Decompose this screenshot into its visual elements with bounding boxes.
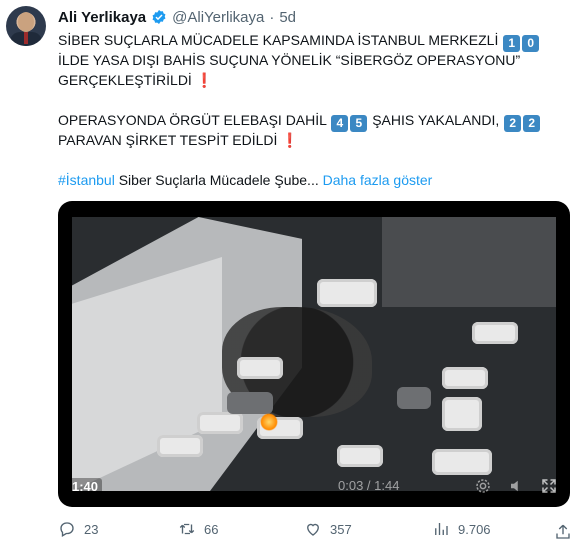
flare xyxy=(260,413,278,431)
text-line-5: PARAVAN ŞİRKET TESPİT EDİLDİ ❗ xyxy=(58,130,570,150)
author-handle[interactable]: @AliYerlikaya xyxy=(172,9,264,26)
keycap-digit: 5 xyxy=(350,115,368,132)
avatar-face xyxy=(18,12,34,32)
video-frame[interactable] xyxy=(72,217,556,491)
hashtag-link[interactable]: #İstanbul xyxy=(58,172,115,188)
avatar[interactable] xyxy=(6,6,46,46)
text-segment: OPERASYONDA ÖRGÜT ELEBAŞI DAHİL xyxy=(58,112,327,128)
retweet-button[interactable]: 66 xyxy=(178,520,218,538)
text-segment: Siber Suçlarla Mücadele Şube... xyxy=(118,172,319,188)
car xyxy=(432,449,492,475)
reply-button[interactable]: 23 xyxy=(58,520,98,538)
car xyxy=(317,279,377,307)
keycap-digit: 4 xyxy=(331,115,349,132)
speaker-icon[interactable] xyxy=(508,477,526,495)
text-line-1: SİBER SUÇLARLA MÜCADELE KAPSAMINDA İSTAN… xyxy=(58,30,570,52)
video-timestamp: 0:03 / 1:44 xyxy=(338,478,400,493)
car xyxy=(472,322,518,344)
keycap-digit: 2 xyxy=(523,115,541,132)
reply-icon xyxy=(60,522,74,537)
keycap-digit: 2 xyxy=(504,115,522,132)
exclamation-icon: ❗ xyxy=(281,132,299,148)
video-duration: 1:40 xyxy=(68,478,103,495)
retweet-icon xyxy=(179,523,195,535)
like-count: 357 xyxy=(330,521,352,537)
heart-icon xyxy=(307,523,319,536)
video-player[interactable]: 1:40 0:03 / 1:44 xyxy=(58,201,570,507)
author-name[interactable]: Ali Yerlikaya xyxy=(58,9,146,26)
text-line-2: İLDE YASA DIŞI BAHİS SUÇUNA YÖNELİK “SİB… xyxy=(58,52,521,68)
view-count: 9.706 xyxy=(458,521,491,537)
header-separator: · xyxy=(269,8,275,26)
action-bar: 23 66 357 9.706 xyxy=(58,520,570,544)
text-segment: GERÇEKLEŞTİRİLDİ xyxy=(58,72,192,88)
exclamation-icon: ❗ xyxy=(195,72,214,88)
verified-badge-icon xyxy=(152,10,166,24)
views-button[interactable]: 9.706 xyxy=(432,520,491,538)
tweet-time[interactable]: 5d xyxy=(279,9,296,26)
car xyxy=(442,397,482,431)
car xyxy=(337,445,383,467)
keycap-digit: 0 xyxy=(522,35,540,52)
avatar-tie xyxy=(24,32,28,44)
text-segment: ŞAHIS YAKALANDI, xyxy=(372,112,500,128)
reply-count: 23 xyxy=(84,521,99,537)
retweet-count: 66 xyxy=(204,521,219,537)
show-more-link[interactable]: Daha fazla göster xyxy=(323,172,433,188)
car xyxy=(227,392,273,414)
text-segment: SİBER SUÇLARLA MÜCADELE KAPSAMINDA İSTAN… xyxy=(58,32,499,48)
car xyxy=(442,367,488,389)
rooftop xyxy=(382,217,556,307)
share-icon[interactable] xyxy=(554,523,572,541)
like-button[interactable]: 357 xyxy=(304,520,352,538)
views-chart-icon xyxy=(435,523,448,535)
text-segment: PARAVAN ŞİRKET TESPİT EDİLDİ xyxy=(58,132,278,148)
text-line-6: #İstanbul Siber Suçlarla Mücadele Şube..… xyxy=(58,170,570,190)
text-line-4: OPERASYONDA ÖRGÜT ELEBAŞI DAHİL 45 ŞAHIS… xyxy=(58,110,570,132)
car xyxy=(397,387,431,409)
tweet[interactable]: Ali Yerlikaya @AliYerlikaya · 5d SİBER S… xyxy=(0,0,584,547)
text-line-3: GERÇEKLEŞTİRİLDİ ❗ xyxy=(58,70,570,90)
fullscreen-icon[interactable] xyxy=(540,477,558,495)
gear-icon[interactable] xyxy=(474,477,492,495)
tweet-header: Ali Yerlikaya @AliYerlikaya · 5d xyxy=(58,6,296,28)
car xyxy=(197,412,243,434)
car xyxy=(157,435,203,457)
car xyxy=(237,357,283,379)
tweet-text: SİBER SUÇLARLA MÜCADELE KAPSAMINDA İSTAN… xyxy=(58,30,570,190)
